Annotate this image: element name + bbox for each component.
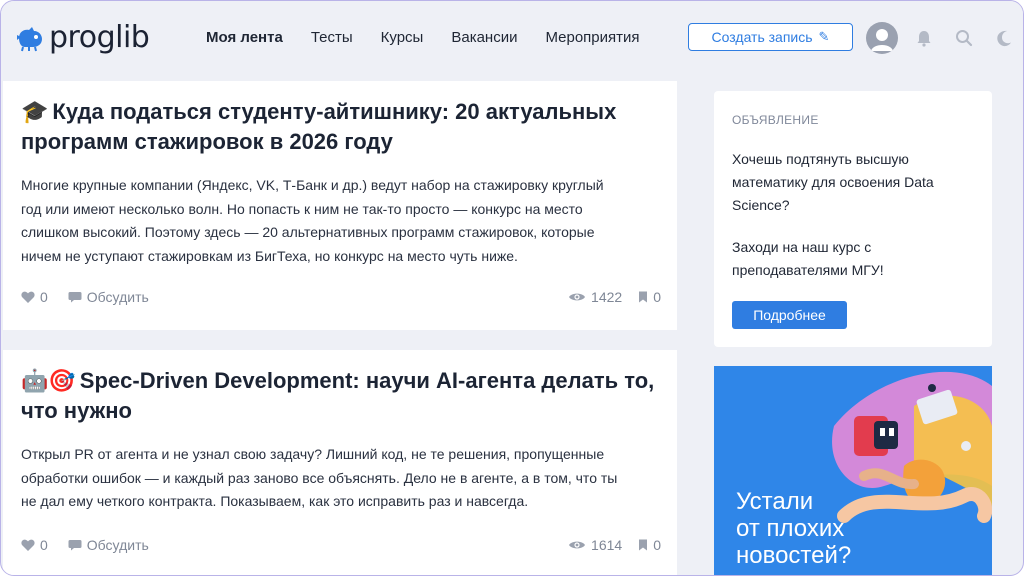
bookmark-icon xyxy=(639,291,648,303)
app-window: proglib Моя лента Тесты Курсы Вакансии М… xyxy=(0,0,1024,576)
moon-icon[interactable] xyxy=(994,28,1014,48)
nav-item-vacancies[interactable]: Вакансии xyxy=(451,29,517,47)
create-post-label: Создать запись xyxy=(711,29,813,45)
proglib-logo-icon xyxy=(17,27,42,52)
views-counter: 1614 xyxy=(568,537,622,553)
pencil-icon: ✎ xyxy=(818,29,830,44)
post-excerpt: Открыл PR от агента и не узнал свою зада… xyxy=(21,443,661,514)
post-title-text: Spec-Driven Development: научи AI-агента… xyxy=(21,368,655,423)
logo-text: proglib xyxy=(49,20,150,55)
post-title-text: Куда податься студенту-айтишнику: 20 акт… xyxy=(21,99,617,154)
post-excerpt-line: Многие крупные компании (Яндекс, VK, Т-Б… xyxy=(21,177,604,193)
post-excerpt-line: обработки ошибок — и каждый раз заново в… xyxy=(21,469,618,486)
post-excerpt-line: слишком высокий. Поэтому здесь — 20 альт… xyxy=(21,224,595,240)
nav-item-events[interactable]: Мероприятия xyxy=(545,29,639,47)
proglib-logo[interactable]: proglib xyxy=(15,20,150,55)
ad-label: ОБЪЯВЛЕНИЕ xyxy=(732,113,819,127)
heart-icon xyxy=(21,539,35,551)
promo-banner[interactable]: Устали от плохих новостей? xyxy=(714,366,992,575)
bookmark-icon xyxy=(639,539,648,551)
bookmark-count: 0 xyxy=(653,537,661,553)
discuss-label: Обсудить xyxy=(86,289,149,305)
create-post-button[interactable]: Создать запись ✎ xyxy=(688,23,853,51)
post-excerpt: Многие крупные компании (Яндекс, VK, Т-Б… xyxy=(21,174,661,268)
post-excerpt-line: ничем не уступают стажировкам из БигТеха… xyxy=(21,247,518,264)
post-card[interactable]: 🤖🎯 Spec-Driven Development: научи AI-аген… xyxy=(3,350,677,575)
discuss-button[interactable]: Обсудить xyxy=(68,289,149,305)
post-card[interactable]: 🎓 Куда податься студенту-айтишнику: 20 ак… xyxy=(3,81,677,330)
bookmark-count: 0 xyxy=(653,289,661,305)
nav-item-courses[interactable]: Курсы xyxy=(381,29,424,47)
views-count: 1422 xyxy=(591,289,623,305)
post-excerpt-line: Открыл PR от агента и не узнал свою зада… xyxy=(21,446,605,462)
post-excerpt-line: не дал ему четкого контракта. Показываем… xyxy=(21,493,529,509)
views-count: 1614 xyxy=(591,537,623,553)
like-count: 0 xyxy=(40,537,48,553)
discuss-button[interactable]: Обсудить xyxy=(68,537,149,553)
views-counter: 1422 xyxy=(568,289,622,305)
banner-line: новостей? xyxy=(736,542,852,569)
post-footer: 0 Обсудить 1422 0 xyxy=(21,288,661,306)
sidebar-ad: ОБЪЯВЛЕНИЕ Хочешь подтянуть высшую матем… xyxy=(714,91,992,347)
bookmark-button[interactable]: 0 xyxy=(638,537,661,553)
top-header: proglib Моя лента Тесты Курсы Вакансии М… xyxy=(1,1,1023,79)
nav-item-feed[interactable]: Моя лента xyxy=(206,29,283,47)
heart-icon xyxy=(21,291,35,303)
search-icon[interactable] xyxy=(954,28,974,48)
post-title[interactable]: 🤖🎯 Spec-Driven Development: научи AI-аген… xyxy=(21,366,661,425)
bookmark-button[interactable]: 0 xyxy=(638,289,661,305)
graduation-cap-icon: 🎓 xyxy=(21,100,49,125)
nav-item-tests[interactable]: Тесты xyxy=(311,29,353,47)
banner-line: Устали xyxy=(736,488,814,515)
post-footer: 0 Обсудить 1614 0 xyxy=(21,536,661,554)
banner-line: от плохих xyxy=(736,515,845,542)
bell-icon[interactable] xyxy=(914,28,934,48)
banner-headline: Устали от плохих новостей? xyxy=(736,488,936,569)
ad-text: Заходи на наш курс с преподавателями МГУ… xyxy=(732,239,884,278)
post-excerpt-line: год или имеют несколько волн. Но попасть… xyxy=(21,200,583,217)
ad-text: Хочешь подтянуть высшую математику для о… xyxy=(732,151,934,213)
post-title[interactable]: 🎓 Куда податься студенту-айтишнику: 20 ак… xyxy=(21,97,661,156)
main-nav: Моя лента Тесты Курсы Вакансии Мероприят… xyxy=(206,29,668,47)
comment-icon xyxy=(68,292,82,303)
like-button[interactable]: 0 xyxy=(21,537,48,553)
eye-icon xyxy=(569,541,586,549)
eye-icon xyxy=(569,293,586,301)
discuss-label: Обсудить xyxy=(86,537,149,553)
more-details-button[interactable]: Подробнее xyxy=(732,301,847,329)
robot-target-icon: 🤖🎯 xyxy=(21,369,76,394)
comment-icon xyxy=(68,540,82,551)
like-button[interactable]: 0 xyxy=(21,289,48,305)
user-avatar-icon[interactable] xyxy=(866,22,898,54)
like-count: 0 xyxy=(40,289,48,305)
